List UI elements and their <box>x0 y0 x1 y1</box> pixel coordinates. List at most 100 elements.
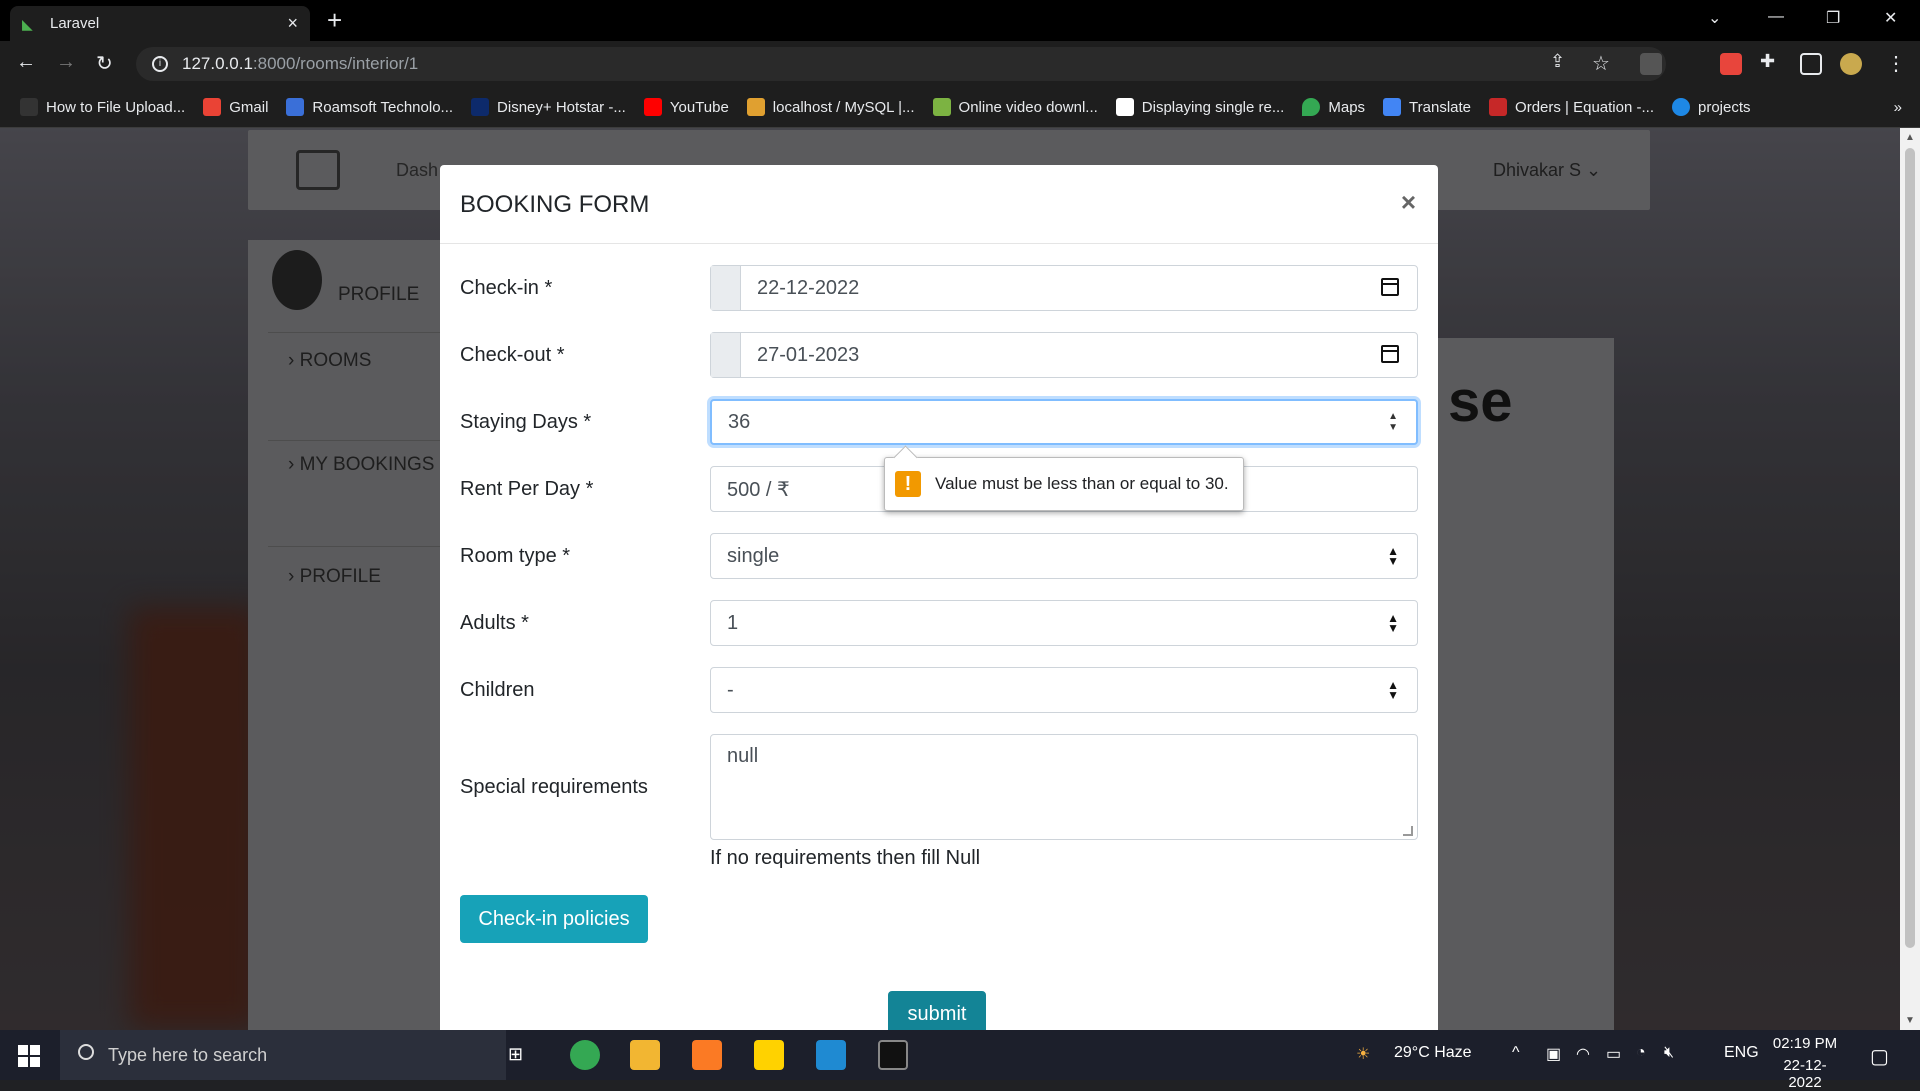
extension-icon[interactable] <box>1640 53 1662 75</box>
site-info-icon[interactable]: i <box>152 56 168 72</box>
language-indicator[interactable]: ENG <box>1724 1044 1759 1062</box>
room-type-select[interactable]: single ▲ ▼ <box>710 533 1418 579</box>
bookmark-favicon-icon <box>286 98 305 116</box>
new-tab-icon[interactable]: + <box>327 7 342 33</box>
bookmark-item[interactable]: Gmail <box>203 98 268 116</box>
taskbar-search[interactable]: Type here to search <box>60 1030 506 1080</box>
minimize-icon[interactable]: — <box>1768 8 1784 26</box>
scroll-up-icon[interactable]: ▲ <box>1905 132 1915 143</box>
file-explorer-icon[interactable] <box>630 1040 660 1070</box>
checkout-row: Check-out * 27-01-2023 <box>460 332 1418 378</box>
bookmark-star-icon[interactable]: ☆ <box>1592 51 1610 76</box>
bookmark-item[interactable]: How to File Upload... <box>20 98 185 116</box>
adults-label: Adults * <box>460 611 529 634</box>
bookmark-item[interactable]: YouTube <box>643 98 729 116</box>
children-select[interactable]: - ▲ ▼ <box>710 667 1418 713</box>
url-path: :8000/rooms/interior/1 <box>252 54 419 73</box>
select-caret-icon: ▲ ▼ <box>1387 544 1399 568</box>
weather-text[interactable]: 29°C Haze <box>1394 1044 1472 1062</box>
staying-days-input[interactable]: 36 ▲ ▼ <box>710 399 1418 445</box>
checkout-label: Check-out * <box>460 343 565 366</box>
adults-select[interactable]: 1 ▲ ▼ <box>710 600 1418 646</box>
volume-muted-icon[interactable]: 🔇︎ <box>1664 1044 1674 1062</box>
booking-modal: BOOKING FORM × Check-in * 22-12-2022 Che… <box>440 165 1438 1045</box>
reload-icon[interactable]: ↻ <box>96 51 113 76</box>
special-requirements-textarea[interactable]: null <box>710 734 1418 840</box>
chrome-menu-icon[interactable]: ⋮ <box>1886 51 1906 76</box>
bookmark-item[interactable]: Displaying single re... <box>1115 98 1284 116</box>
forward-icon[interactable]: → <box>56 51 76 74</box>
select-caret-icon: ▲ ▼ <box>1387 611 1399 635</box>
sticky-notes-icon[interactable] <box>754 1040 784 1070</box>
checkin-date-input[interactable]: 22-12-2022 <box>710 265 1418 311</box>
task-view-icon[interactable]: ⊞ <box>508 1044 523 1065</box>
modal-title: BOOKING FORM <box>460 191 650 218</box>
terminal-icon[interactable] <box>878 1040 908 1070</box>
bookmark-item[interactable]: Disney+ Hotstar -... <box>471 98 626 116</box>
clock-time[interactable]: 02:19 PM <box>1770 1035 1840 1052</box>
clock-date[interactable]: 22-12-2022 <box>1770 1057 1840 1091</box>
input-addon <box>711 266 741 310</box>
validation-tooltip: ! Value must be less than or equal to 30… <box>884 457 1244 511</box>
bookmark-favicon-icon <box>20 98 38 116</box>
laravel-favicon-icon: ◣ <box>22 15 33 32</box>
bookmark-item[interactable]: Translate <box>1383 98 1471 116</box>
tray-chevron-icon[interactable]: ^ <box>1512 1044 1520 1062</box>
windows-taskbar: Type here to search ⊞ ☀ 29°C Haze ^ ▣ ◠ … <box>0 1030 1920 1091</box>
windows-start-icon[interactable] <box>18 1045 40 1067</box>
address-bar[interactable]: i 127.0.0.1:8000/rooms/interior/1 <box>136 47 1666 81</box>
bookmarks-bar: How to File Upload... Gmail Roamsoft Tec… <box>0 87 1920 128</box>
tab-close-icon[interactable]: × <box>287 13 298 34</box>
screen-recorder-icon[interactable] <box>1720 53 1742 75</box>
bookmark-item[interactable]: Orders | Equation -... <box>1489 98 1654 116</box>
search-placeholder: Type here to search <box>108 1044 268 1065</box>
calendar-icon[interactable] <box>1381 278 1399 296</box>
projects-icon <box>1672 98 1690 116</box>
browser-tab[interactable]: ◣ Laravel × <box>10 6 310 41</box>
back-icon[interactable]: ← <box>16 51 36 74</box>
adults-value: 1 <box>727 611 739 634</box>
bookmark-item[interactable]: Maps <box>1302 98 1365 116</box>
bookmark-item[interactable]: Online video downl... <box>932 98 1098 116</box>
scroll-down-icon[interactable]: ▼ <box>1905 1015 1915 1026</box>
more-bookmarks-icon[interactable]: » <box>1894 99 1902 116</box>
weather-icon: ☀ <box>1356 1046 1371 1063</box>
validation-message: Value must be less than or equal to 30. <box>935 474 1229 493</box>
bookmark-item[interactable]: localhost / MySQL |... <box>746 98 915 116</box>
xampp-icon[interactable] <box>692 1040 722 1070</box>
hotstar-icon <box>471 98 490 116</box>
restore-icon[interactable]: ❐ <box>1826 8 1840 28</box>
staying-days-label: Staying Days * <box>460 410 592 433</box>
checkin-policies-button[interactable]: Check-in policies <box>460 895 648 943</box>
wifi-icon[interactable]: ◔ <box>1636 1044 1646 1062</box>
gmail-icon <box>203 98 222 116</box>
number-spinner-icon[interactable]: ▲ ▼ <box>1388 411 1398 433</box>
children-row: Children - ▲ ▼ <box>460 667 1418 713</box>
battery-icon[interactable]: ▭ <box>1606 1044 1621 1064</box>
calendar-icon[interactable] <box>1381 345 1399 363</box>
staying-days-row: Staying Days * 36 ▲ ▼ <box>460 399 1418 445</box>
page-scrollbar[interactable]: ▲ ▼ <box>1900 128 1920 1030</box>
notifications-icon[interactable]: ▢ <box>1870 1044 1889 1069</box>
tray-app-icon[interactable]: ▣ <box>1546 1044 1561 1064</box>
close-icon[interactable]: × <box>1401 187 1416 218</box>
close-window-icon[interactable]: ✕ <box>1884 8 1897 28</box>
special-requirements-value: null <box>727 745 759 767</box>
bookmark-item[interactable]: projects <box>1672 98 1751 116</box>
resize-handle-icon[interactable] <box>1403 826 1413 836</box>
side-panel-icon[interactable] <box>1800 53 1822 75</box>
chrome-taskbar-icon[interactable] <box>570 1040 600 1070</box>
vscode-icon[interactable] <box>816 1040 846 1070</box>
search-icon <box>78 1044 94 1060</box>
tab-search-icon[interactable]: ⌄ <box>1708 8 1721 28</box>
share-icon[interactable]: ⇪ <box>1550 51 1565 72</box>
room-type-value: single <box>727 544 780 567</box>
special-requirements-label: Special requirements <box>460 775 648 798</box>
checkin-row: Check-in * 22-12-2022 <box>460 265 1418 311</box>
profile-avatar-icon[interactable] <box>1840 53 1862 75</box>
network-icon[interactable]: ◠ <box>1576 1044 1590 1064</box>
scrollbar-thumb[interactable] <box>1905 148 1915 948</box>
bookmark-item[interactable]: Roamsoft Technolo... <box>286 98 453 116</box>
checkout-date-input[interactable]: 27-01-2023 <box>710 332 1418 378</box>
extensions-puzzle-icon[interactable]: ✚ <box>1760 51 1775 72</box>
